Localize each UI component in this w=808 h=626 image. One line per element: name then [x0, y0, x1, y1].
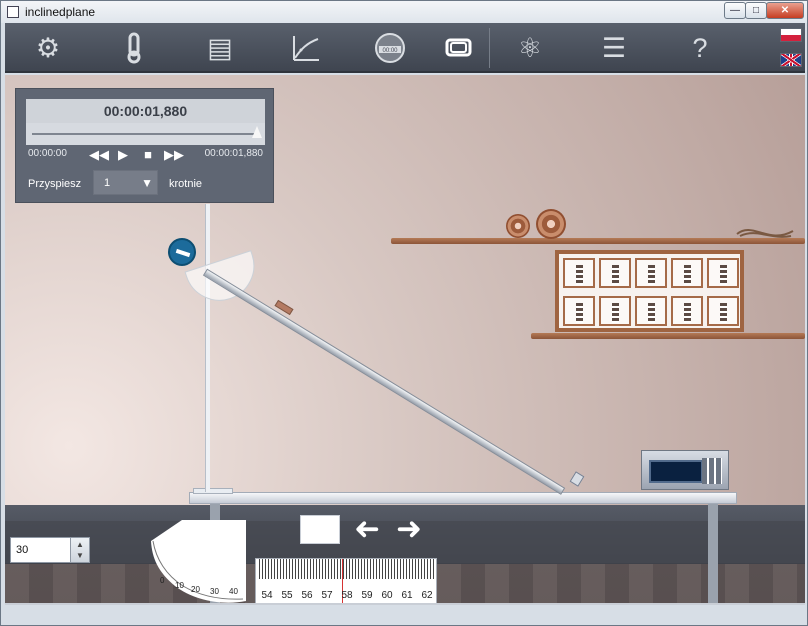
angle-input[interactable]: 30 [10, 537, 78, 563]
timer-icon[interactable]: 00:00 [371, 30, 409, 66]
weight-slot[interactable] [707, 296, 739, 326]
start-time: 00:00:00 [28, 148, 67, 159]
ruler-label: 54 [261, 590, 273, 601]
title-bar: inclinedplane — □ ✕ [1, 1, 807, 23]
play-icon[interactable]: ▶ [114, 147, 132, 163]
help-icon[interactable]: ? [681, 30, 719, 66]
minimize-button[interactable]: — [724, 2, 746, 19]
electronic-scale[interactable] [641, 450, 729, 490]
atom-icon[interactable]: ⚛ [511, 30, 549, 66]
ruler-label: 55 [281, 590, 293, 601]
window-title: inclinedplane [25, 5, 96, 19]
weights-rack [555, 250, 744, 332]
document-icon[interactable]: ☰ [595, 30, 633, 66]
thermometer-icon[interactable] [115, 30, 153, 66]
stopper [569, 471, 585, 487]
measurement-ruler[interactable]: 54 55 56 57 58 59 60 61 62 [255, 558, 437, 604]
weight-slot[interactable] [671, 258, 703, 288]
rope-icon [736, 228, 794, 238]
stepper-up-icon[interactable]: ▲ [76, 540, 84, 549]
fast-forward-icon[interactable]: ▶▶ [164, 147, 184, 163]
scale-display [649, 460, 703, 483]
ruler-label: 59 [361, 590, 373, 601]
weight-slot[interactable] [635, 296, 667, 326]
ruler-label: 61 [401, 590, 413, 601]
stop-icon[interactable]: ■ [139, 147, 157, 163]
settings-icon[interactable]: ⚙ [29, 30, 67, 66]
timer-icon-text: 00:00 [382, 48, 398, 54]
angle-protractor: 0 10 20 30 40 [148, 520, 246, 603]
end-time: 00:00:01,880 [204, 148, 263, 159]
table-icon[interactable]: ▤ [201, 30, 239, 66]
times-label: krotnie [169, 178, 203, 190]
weight-slot[interactable] [707, 258, 739, 288]
inclined-plane[interactable] [202, 268, 566, 495]
bottom-status-strip [5, 603, 805, 605]
measurement-box[interactable] [300, 515, 340, 544]
simulation-scene: 00:00:01,880 00:00:00 ◀◀ ▶ ■ ▶▶ 00:00:01… [5, 75, 805, 605]
table-leg [708, 504, 718, 604]
rewind-icon[interactable]: ◀◀ [89, 147, 109, 163]
angle-stepper[interactable]: ▲ ▼ [70, 537, 90, 563]
protractor-label-40: 40 [229, 587, 238, 596]
ruler-label: 58 [341, 590, 353, 601]
support-pole [205, 204, 210, 492]
english-flag-icon[interactable] [780, 53, 802, 67]
weight-slot[interactable] [599, 296, 631, 326]
chevron-down-icon: ▼ [141, 176, 153, 190]
right-arrow-button[interactable]: ➜ [392, 513, 426, 545]
speed-select[interactable]: 1 ▼ [93, 170, 158, 195]
weight-slot[interactable] [563, 296, 595, 326]
scale-keypad[interactable] [702, 458, 722, 484]
ruler-label: 56 [301, 590, 313, 601]
weight-slot[interactable] [671, 296, 703, 326]
weight-slot[interactable] [635, 258, 667, 288]
speed-label: Przyspiesz [28, 178, 82, 190]
ruler-label: 57 [321, 590, 333, 601]
weight-slot[interactable] [563, 258, 595, 288]
timer-display: 00:00:01,880 [26, 99, 265, 123]
protractor-label-10: 10 [175, 581, 184, 590]
close-button[interactable]: ✕ [766, 2, 804, 19]
protractor-label-20: 20 [191, 585, 200, 594]
angle-knob[interactable] [168, 238, 196, 266]
toolbar-separator [489, 28, 490, 68]
ruler-ticks [259, 559, 435, 579]
weight-slot[interactable] [599, 258, 631, 288]
maximize-button[interactable]: □ [745, 2, 767, 19]
main-toolbar: ⚙ ▤ 00:00 ⚛ ☰ ? [5, 23, 805, 73]
playback-thumb[interactable] [252, 126, 262, 138]
speed-value: 1 [104, 177, 111, 189]
protractor-label-30: 30 [210, 587, 219, 596]
graph-icon[interactable] [287, 30, 325, 66]
app-icon [7, 6, 19, 18]
camera-view-icon[interactable] [439, 30, 477, 66]
wheel-object [536, 209, 566, 239]
coil-object [506, 214, 530, 238]
stepper-down-icon[interactable]: ▼ [76, 551, 84, 560]
ruler-label: 62 [421, 590, 433, 601]
protractor-label-0: 0 [160, 576, 165, 585]
timer-panel: 00:00:01,880 00:00:00 ◀◀ ▶ ■ ▶▶ 00:00:01… [15, 88, 274, 203]
application-window: inclinedplane — □ ✕ ⚙ ▤ 00:00 ⚛ ☰ ? 00:0… [0, 0, 808, 626]
left-arrow-button[interactable]: ➜ [350, 511, 384, 546]
ruler-label: 60 [381, 590, 393, 601]
playback-track [32, 133, 258, 135]
incline-base [193, 488, 233, 494]
lower-shelf [531, 333, 805, 339]
polish-flag-icon[interactable] [780, 28, 802, 42]
lab-table [189, 492, 737, 504]
playback-slider[interactable] [26, 123, 265, 145]
